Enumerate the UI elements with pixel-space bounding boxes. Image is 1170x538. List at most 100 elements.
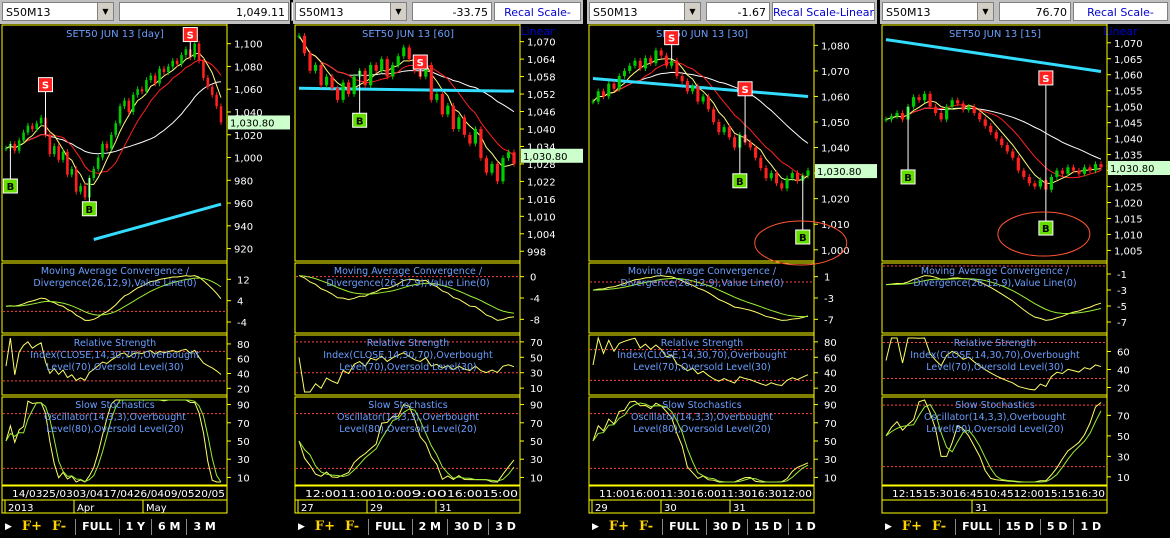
timeframe-button-2[interactable]: 15 D — [746, 519, 788, 535]
timeframe-button-0[interactable]: FULL — [662, 519, 705, 535]
play-icon[interactable]: ▶ — [293, 522, 310, 532]
candle — [473, 128, 478, 144]
symbol-select[interactable]: S50M13 ▼ — [589, 2, 701, 21]
buy-signal-marker[interactable]: B — [2, 143, 18, 194]
timeframe-button-2[interactable]: 6 M — [151, 519, 186, 535]
candle — [435, 94, 439, 100]
y-tick-label: -8 — [530, 315, 540, 326]
trend-line — [298, 86, 515, 93]
candle — [61, 151, 65, 160]
indicator-title: Divergence(26,12,9),Value Line(0) — [326, 278, 489, 289]
timeframe-button-1[interactable]: 15 D — [998, 519, 1040, 535]
y-tick-label: 980 — [234, 176, 253, 187]
dropdown-arrow-icon[interactable]: ▼ — [97, 3, 113, 20]
play-icon[interactable]: ▶ — [880, 522, 897, 532]
zoom-out-button[interactable]: F- — [47, 519, 71, 535]
timeframe-button-1[interactable]: 1 Y — [118, 519, 151, 535]
candle — [1088, 167, 1092, 171]
candle — [352, 76, 356, 95]
timeframe-button-3[interactable]: 1 D — [788, 519, 822, 535]
candle — [780, 183, 784, 189]
timeframe-button-3[interactable]: 3 M — [186, 519, 221, 535]
candle — [596, 91, 600, 102]
y-tick-label: 10 — [530, 384, 543, 395]
candle — [945, 106, 949, 120]
scale-mode-button[interactable]: Recal Scale-Linear — [1073, 2, 1168, 38]
candle — [1071, 167, 1076, 171]
y-tick-label: 30 — [237, 455, 250, 466]
indicator-title: Moving Average Convergence / — [41, 266, 190, 277]
zoom-in-button[interactable]: F+ — [310, 519, 340, 535]
candle — [649, 58, 653, 64]
period-label: May — [146, 503, 167, 514]
timeframe-button-2[interactable]: 5 D — [1039, 519, 1074, 535]
y-tick-label: 70 — [824, 419, 837, 430]
timeframe-button-1[interactable]: 2 M — [411, 519, 447, 535]
candle — [1060, 170, 1065, 174]
indicator-title: Slow Stochastics — [75, 400, 154, 411]
timeframe-button-2[interactable]: 30 D — [447, 519, 488, 535]
candle — [131, 94, 135, 112]
candle — [506, 152, 511, 159]
zoom-in-button[interactable]: F+ — [897, 519, 927, 535]
last-value-field: 1,049.11 — [119, 2, 289, 21]
candle — [1016, 157, 1020, 171]
symbol-select[interactable]: S50M13 ▼ — [295, 2, 407, 21]
candle — [1099, 164, 1103, 168]
y-tick-label: 1,040 — [821, 144, 850, 155]
symbol-select[interactable]: S50M13 ▼ — [2, 2, 114, 21]
zoom-out-button[interactable]: F- — [927, 519, 951, 535]
candle — [4, 148, 8, 150]
timeframe-button-0[interactable]: FULL — [955, 519, 998, 535]
y-tick-label: 940 — [234, 222, 253, 233]
candle — [446, 105, 450, 115]
candle — [764, 168, 768, 179]
candle — [451, 105, 455, 129]
zoom-in-button[interactable]: F+ — [17, 519, 47, 535]
dropdown-arrow-icon[interactable]: ▼ — [390, 3, 406, 20]
play-icon[interactable]: ▶ — [587, 522, 604, 532]
y-tick-label: 0 — [530, 273, 536, 284]
chart-panel-1: S50M13▼1,049.11Linear(Auto)SET50 JUN 13 … — [0, 0, 362, 538]
zoom-out-button[interactable]: F- — [340, 519, 364, 535]
timeframe-button-0[interactable]: FULL — [75, 519, 118, 535]
candle — [202, 60, 205, 78]
scale-mode-button[interactable]: Recal Scale-Linear — [772, 2, 875, 21]
zoom-out-button[interactable]: F- — [634, 519, 658, 535]
x-tick-label: 12:00 — [782, 489, 812, 500]
candle — [1077, 170, 1081, 174]
period-label: 29 — [370, 503, 383, 514]
candle — [983, 119, 987, 126]
candle — [175, 60, 179, 65]
candle — [759, 157, 763, 168]
timeframe-button-3[interactable]: 1 D — [1073, 519, 1107, 535]
candle — [79, 185, 82, 192]
trend-line — [592, 77, 809, 98]
timeframe-button-1[interactable]: 30 D — [705, 519, 747, 535]
candle — [105, 143, 109, 149]
symbol-select[interactable]: S50M13 ▼ — [882, 2, 994, 21]
timeframe-button-0[interactable]: FULL — [368, 519, 411, 535]
candle — [617, 76, 621, 89]
dropdown-arrow-icon[interactable]: ▼ — [684, 3, 700, 20]
candle — [374, 64, 378, 71]
candle — [495, 163, 500, 182]
buy-signal-marker[interactable]: B — [795, 175, 811, 245]
indicator-title: Moving Average Convergence / — [628, 266, 777, 277]
scale-mode-button[interactable]: Recal Scale-Linear — [494, 2, 581, 38]
y-tick-label: 90 — [824, 401, 837, 412]
last-value-field: 76.70 — [999, 2, 1071, 21]
y-tick-label: 50 — [237, 437, 250, 448]
dropdown-arrow-icon[interactable]: ▼ — [977, 3, 993, 20]
candle — [1000, 138, 1004, 145]
candle — [934, 106, 938, 114]
candle — [612, 83, 616, 89]
x-tick-label: 15:15 — [1044, 489, 1074, 500]
zoom-in-button[interactable]: F+ — [604, 519, 634, 535]
y-tick-label: 1,004 — [527, 230, 556, 241]
y-tick-label: 1,025 — [1114, 183, 1143, 194]
timeframe-button-3[interactable]: 3 D — [488, 519, 522, 535]
y-tick-label: -5 — [1117, 302, 1127, 313]
candle — [638, 60, 642, 69]
play-icon[interactable]: ▶ — [0, 522, 17, 532]
